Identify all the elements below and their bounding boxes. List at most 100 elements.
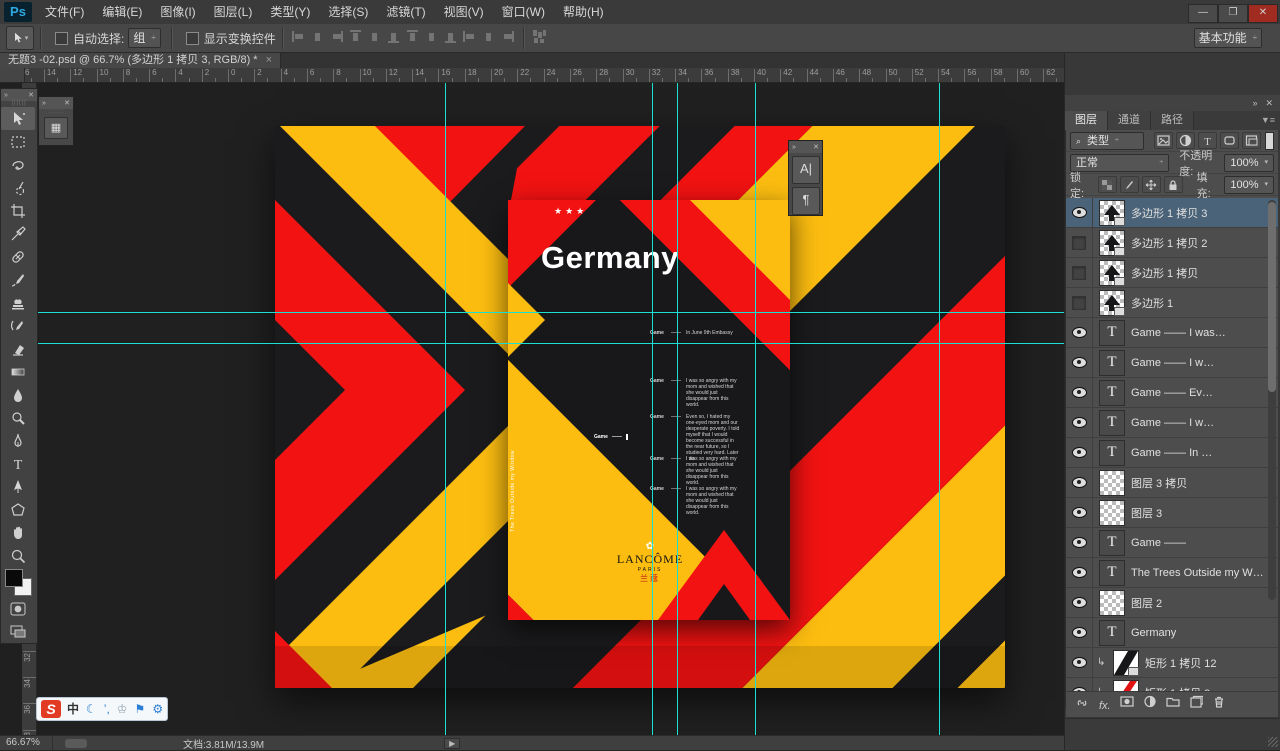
- show-transform-checkbox[interactable]: [186, 32, 199, 45]
- tab-路径[interactable]: 路径: [1151, 111, 1194, 130]
- eye-icon[interactable]: [1072, 417, 1087, 428]
- opacity-value[interactable]: 100%▾: [1224, 154, 1274, 172]
- workspace-dropdown[interactable]: 基本功能÷: [1194, 28, 1262, 48]
- hand-tool[interactable]: [1, 521, 35, 544]
- eye-icon[interactable]: [1072, 387, 1087, 398]
- dist-bottom-icon[interactable]: [443, 29, 458, 47]
- layers-scrollbar-thumb[interactable]: [1268, 202, 1276, 392]
- crop-tool[interactable]: [1, 199, 35, 222]
- eye-hidden-box[interactable]: [1072, 236, 1086, 250]
- dist-left-icon[interactable]: [462, 29, 477, 47]
- character-panel-icon[interactable]: A|: [792, 156, 820, 184]
- dist-vcenter-icon[interactable]: [424, 29, 439, 47]
- skin-icon[interactable]: ⚑: [135, 699, 146, 719]
- layer-row[interactable]: ↳矩形 1 拷贝 12: [1066, 648, 1278, 678]
- fill-value[interactable]: 100%▾: [1224, 176, 1274, 194]
- chinese-mode-icon[interactable]: 中: [67, 699, 79, 719]
- guide-horizontal[interactable]: [22, 343, 1064, 344]
- layer-row[interactable]: TGame —— I was…: [1066, 318, 1278, 348]
- current-tool-icon[interactable]: ▾: [6, 26, 34, 50]
- restore-button[interactable]: ❐: [1218, 4, 1248, 23]
- panel-menu-icon[interactable]: ▼≡: [1261, 111, 1280, 130]
- layer-row[interactable]: TGame ——: [1066, 528, 1278, 558]
- eye-icon[interactable]: [1072, 627, 1087, 638]
- ime-toolbar[interactable]: S 中☾’,♔⚑⚙: [36, 697, 168, 721]
- eye-icon[interactable]: [1072, 477, 1087, 488]
- eye-icon[interactable]: [1072, 507, 1087, 518]
- panel-close-icon[interactable]: ✕: [64, 99, 70, 107]
- filter-kind-dropdown[interactable]: ⌕类型÷: [1070, 132, 1144, 150]
- dodge-tool[interactable]: [1, 406, 35, 429]
- resize-grip[interactable]: [1268, 737, 1278, 747]
- panel-close-icon[interactable]: ✕: [813, 143, 819, 151]
- lock-transparent-icon[interactable]: [1098, 176, 1117, 193]
- eye-icon[interactable]: [1072, 657, 1087, 668]
- layer-row[interactable]: TGame —— In …: [1066, 438, 1278, 468]
- panel-collapse-icon[interactable]: »: [4, 92, 8, 99]
- path-selection-tool[interactable]: [1, 475, 35, 498]
- new-layer-icon[interactable]: [1189, 695, 1203, 714]
- eyedropper-tool[interactable]: [1, 222, 35, 245]
- delete-layer-icon[interactable]: [1212, 695, 1226, 714]
- menu-item[interactable]: 窗口(W): [493, 0, 554, 24]
- brush-tool[interactable]: [1, 268, 35, 291]
- punctuation-icon[interactable]: ’,: [104, 699, 110, 719]
- moon-icon[interactable]: ☾: [86, 699, 97, 719]
- menu-item[interactable]: 类型(Y): [261, 0, 319, 24]
- zoom-level-field[interactable]: 66.67%: [0, 736, 53, 750]
- blur-tool[interactable]: [1, 383, 35, 406]
- menu-item[interactable]: 滤镜(T): [377, 0, 434, 24]
- layer-row[interactable]: TThe Trees Outside my W…: [1066, 558, 1278, 588]
- menu-item[interactable]: 选择(S): [319, 0, 377, 24]
- color-swatches[interactable]: [1, 567, 35, 597]
- type-tool[interactable]: T: [1, 452, 35, 475]
- menu-item[interactable]: 编辑(E): [93, 0, 151, 24]
- align-hcenter-icon[interactable]: [310, 29, 325, 47]
- smartobject-filter-icon[interactable]: [1242, 132, 1261, 149]
- lock-position-icon[interactable]: [1142, 176, 1161, 193]
- menu-item[interactable]: 图像(I): [151, 0, 204, 24]
- paragraph-panel-icon[interactable]: ¶: [792, 187, 820, 215]
- tab-通道[interactable]: 通道: [1108, 111, 1151, 130]
- layer-row[interactable]: 图层 3 拷贝: [1066, 468, 1278, 498]
- close-button[interactable]: ✕: [1248, 4, 1278, 23]
- zoom-tool[interactable]: [1, 544, 35, 567]
- clone-stamp-tool[interactable]: [1, 291, 35, 314]
- poster-design[interactable]: ★★★ Germany Game—— Game——In June 9th Emb…: [508, 200, 790, 620]
- menu-item[interactable]: 文件(F): [36, 0, 93, 24]
- eye-icon[interactable]: [1072, 327, 1087, 338]
- eye-hidden-box[interactable]: [1072, 266, 1086, 280]
- guide-horizontal[interactable]: [22, 312, 1064, 313]
- guide-vertical[interactable]: [755, 82, 756, 735]
- align-top-icon[interactable]: [348, 29, 363, 47]
- align-bottom-icon[interactable]: [386, 29, 401, 47]
- shape-tool[interactable]: [1, 498, 35, 521]
- guide-vertical[interactable]: [445, 82, 446, 735]
- align-left-icon[interactable]: [291, 29, 306, 47]
- guide-vertical[interactable]: [939, 82, 940, 735]
- dock-collapse-icon[interactable]: »: [1252, 98, 1257, 108]
- eye-hidden-box[interactable]: [1072, 296, 1086, 310]
- shape-filter-icon[interactable]: [1220, 132, 1239, 149]
- screen-mode-button[interactable]: [1, 620, 35, 643]
- sogou-logo-icon[interactable]: S: [41, 700, 61, 718]
- quick-selection-tool[interactable]: [1, 176, 35, 199]
- layer-row[interactable]: 多边形 1 拷贝: [1066, 258, 1278, 288]
- move-tool[interactable]: [1, 107, 35, 130]
- character-paragraph-panel[interactable]: » ✕ A| ¶: [788, 140, 823, 216]
- lasso-tool[interactable]: [1, 153, 35, 176]
- auto-select-dropdown[interactable]: 组÷: [128, 28, 160, 48]
- layer-row[interactable]: 多边形 1 拷贝 2: [1066, 228, 1278, 258]
- dist-hcenter-icon[interactable]: [481, 29, 496, 47]
- layer-style-icon[interactable]: fx.: [1099, 696, 1111, 714]
- menu-item[interactable]: 帮助(H): [554, 0, 613, 24]
- panel-collapse-icon[interactable]: »: [42, 100, 46, 107]
- eye-icon[interactable]: [1072, 207, 1087, 218]
- lock-all-icon[interactable]: [1164, 176, 1183, 193]
- document-tab[interactable]: 无题3 -02.psd @ 66.7% (多边形 1 拷贝 3, RGB/8) …: [0, 52, 281, 68]
- eye-icon[interactable]: [1072, 567, 1087, 578]
- eye-icon[interactable]: [1072, 447, 1087, 458]
- panel-collapse-icon[interactable]: »: [792, 144, 796, 151]
- layer-row[interactable]: 多边形 1: [1066, 288, 1278, 318]
- foreground-color[interactable]: [5, 569, 23, 587]
